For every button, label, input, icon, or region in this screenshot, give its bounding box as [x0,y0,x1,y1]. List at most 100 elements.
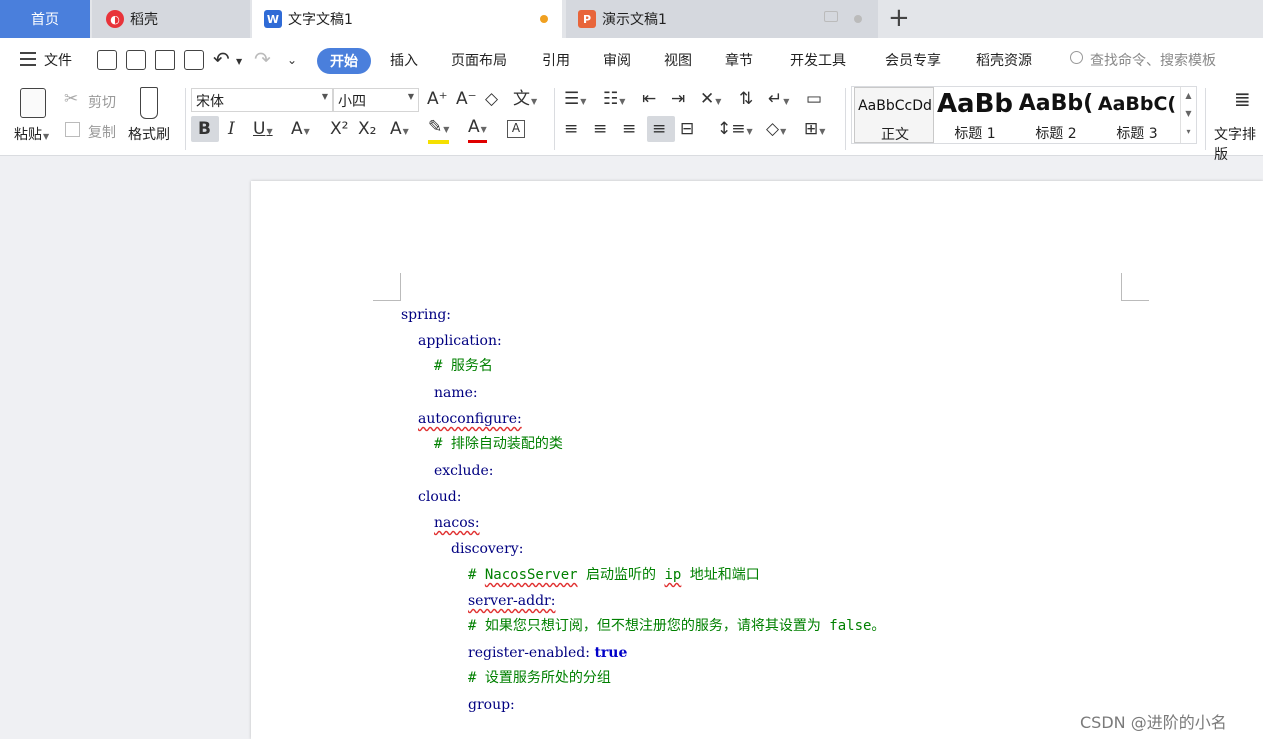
style-normal[interactable]: AaBbCcDd 正文 [854,87,934,143]
undo-dropdown-icon[interactable]: ▼ [236,52,242,72]
format-painter-button[interactable]: 格式刷 [128,124,170,144]
doc-line: discovery: [451,541,524,557]
export-pdf-icon[interactable] [126,50,146,70]
menu-file[interactable]: 文件 [44,50,72,70]
align-right-icon[interactable]: ≡ [622,119,636,139]
phonetic-guide-icon[interactable]: 文▼ [513,89,537,112]
strikethrough-icon[interactable]: A▼ [291,119,310,142]
paragraph-marks-icon[interactable]: ↵▼ [768,89,789,112]
customize-toolbar-icon[interactable]: ⌄ [287,50,297,70]
new-tab-plus-icon[interactable]: + [888,4,910,32]
chinese-layout-icon[interactable]: ✕▼ [700,89,721,112]
doc-line: nacos: [434,515,480,531]
styles-scroll-icon[interactable]: ▲ ▼ ▾ [1180,87,1196,143]
style-preview: AaBbC( [1097,93,1177,115]
doc-line: spring: [401,307,452,323]
watermark: CSDN @进阶的小名 [1080,713,1227,732]
tab-presentation[interactable]: P 演示文稿1 [566,0,878,38]
style-heading-1[interactable]: AaBb 标题 1 [935,87,1015,143]
clear-formatting-icon[interactable]: ◇ [485,89,498,109]
search-input[interactable]: 查找命令、搜索模板 [1090,50,1216,70]
ribbon-divider [554,88,555,150]
align-center-icon[interactable]: ≡ [593,119,607,139]
redo-icon[interactable]: ↷ [254,49,271,69]
tab-daoke-label: 稻壳 [130,12,158,28]
menu-tab-member[interactable]: 会员专享 [885,50,941,70]
doc-line: server-addr: [468,593,556,609]
shading-fill-icon[interactable]: ◇▼ [766,119,786,142]
margin-corner-mark [373,273,401,301]
print-preview-icon[interactable] [184,50,204,70]
style-preview: AaBb [936,89,1014,119]
menu-tab-review[interactable]: 审阅 [603,50,631,70]
tab-document-label: 文字文稿1 [288,12,353,28]
font-color-icon[interactable]: A▼ [468,117,487,143]
cut-icon[interactable]: ✂ [64,89,78,109]
font-name-select[interactable]: 宋体 ▼ [191,88,333,112]
style-name: 正文 [881,127,909,143]
hamburger-menu-icon[interactable] [20,52,36,66]
style-preview: AaBb( [1018,91,1094,116]
text-effects-icon[interactable]: A▼ [390,119,409,142]
align-left-icon[interactable]: ≡ [564,119,578,139]
doc-line: # 排除自动装配的类 [434,436,563,452]
subscript-icon[interactable]: X₂ [358,119,376,139]
undo-icon[interactable]: ↶ [213,49,230,69]
menu-tab-daoke-resources[interactable]: 稻壳资源 [976,50,1032,70]
tab-bar: 首页 ◐ 稻壳 W 文字文稿1 P 演示文稿1 + [0,0,1263,38]
line-spacing-icon[interactable]: ↕≡▼ [717,119,753,142]
tab-daoke[interactable]: ◐ 稻壳 [92,0,250,38]
menu-tab-references[interactable]: 引用 [542,50,570,70]
ribbon-divider [845,88,846,150]
document-page[interactable]: spring: application: # 服务名 name: autocon… [251,181,1263,739]
borders-icon[interactable]: ⊞▼ [804,119,825,142]
menu-tab-section[interactable]: 章节 [725,50,753,70]
menu-tab-insert[interactable]: 插入 [390,50,418,70]
paste-icon[interactable] [20,88,46,118]
tab-home[interactable]: 首页 [0,0,90,38]
print-icon[interactable] [155,50,175,70]
text-layout-button[interactable]: 文字排版 [1214,124,1263,164]
numbered-list-icon[interactable]: ☷▼ [603,89,625,112]
monitor-icon[interactable] [824,11,838,22]
sort-icon[interactable]: ⇅ [739,89,753,109]
menu-tab-home[interactable]: 开始 [317,48,371,74]
italic-icon[interactable]: I [228,119,235,139]
style-heading-3[interactable]: AaBbC( 标题 3 [1097,87,1177,143]
doc-line: application: [418,333,502,349]
highlight-color-icon[interactable]: ✎▼ [428,117,450,144]
underline-icon[interactable]: U▼ [253,119,273,142]
doc-line: # 服务名 [434,358,493,374]
doc-line: # 如果您只想订阅，但不想注册您的服务，请将其设置为 false。 [468,618,886,634]
cut-button[interactable]: 剪切 [88,92,116,112]
doc-line: # NacosServer 启动监听的 ip 地址和端口 [468,567,760,583]
format-painter-icon[interactable] [140,87,158,119]
style-heading-2[interactable]: AaBb( 标题 2 [1016,87,1096,143]
margin-corner-mark [1121,273,1149,301]
copy-icon[interactable] [65,122,80,137]
superscript-icon[interactable]: X² [330,119,348,139]
ruler-icon[interactable]: ▭ [806,89,822,109]
text-layout-icon[interactable]: ≣ [1234,89,1251,109]
menu-tab-page-layout[interactable]: 页面布局 [451,50,507,70]
bold-icon: B [198,119,211,139]
menu-tab-view[interactable]: 视图 [664,50,692,70]
writer-doc-icon: W [264,10,282,28]
font-size-select[interactable]: 小四 ▼ [333,88,419,112]
menu-tab-developer[interactable]: 开发工具 [790,50,846,70]
increase-font-size-icon[interactable]: A⁺ [427,89,448,109]
doc-line: cloud: [418,489,462,505]
decrease-indent-icon[interactable]: ⇤ [642,89,656,109]
tab-document[interactable]: W 文字文稿1 [252,0,562,38]
doc-line: # 设置服务所处的分组 [468,670,611,686]
distributed-align-icon[interactable]: ⊟ [680,119,694,139]
copy-button[interactable]: 复制 [88,122,116,142]
character-shading-icon[interactable]: A [507,120,525,138]
doc-line: register-enabled: true [468,645,628,661]
bullet-list-icon[interactable]: ☰▼ [564,89,586,112]
increase-indent-icon[interactable]: ⇥ [671,89,685,109]
save-icon[interactable] [97,50,117,70]
doc-line: autoconfigure: [418,411,522,427]
paste-button[interactable]: 粘贴▼ [14,124,49,144]
decrease-font-size-icon[interactable]: A⁻ [456,89,477,109]
